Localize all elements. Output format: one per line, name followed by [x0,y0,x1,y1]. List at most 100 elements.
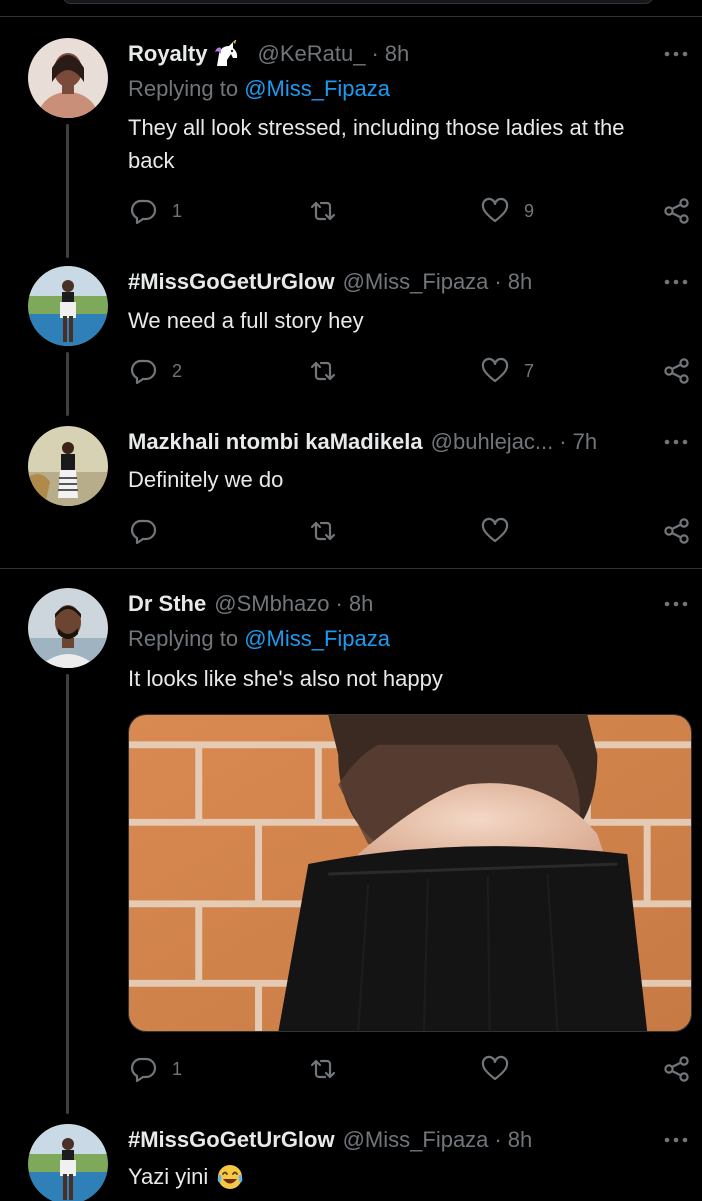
display-name[interactable]: #MissGoGetUrGlow [128,1127,335,1153]
separator: · [559,429,567,454]
share-icon [664,1056,689,1082]
more-dots-icon[interactable] [662,272,690,292]
display-name[interactable]: #MissGoGetUrGlow [128,269,335,295]
avatar[interactable] [28,1124,108,1201]
like-button[interactable]: 9 [480,196,534,226]
thread-divider [0,568,702,569]
separator: · [494,269,502,294]
replying-to-link[interactable]: @Miss_Fipaza [244,76,390,101]
more-dots-icon[interactable] [662,432,690,452]
display-name[interactable]: Dr Sthe [128,591,206,617]
tweet[interactable]: Mazkhali ntombi kaMadikela @buhlejac... … [0,426,702,562]
retweet-icon [310,521,336,541]
avatar[interactable] [28,38,108,118]
separator: · [371,41,379,66]
like-button[interactable] [480,516,524,546]
more-dots-icon[interactable] [662,1130,690,1150]
share-icon [664,358,689,384]
tweet[interactable]: #MissGoGetUrGlow @Miss_Fipaza · 8h Yazi … [0,1124,702,1201]
heart-icon [481,197,509,223]
retweet-button[interactable] [308,356,352,386]
timestamp[interactable]: 8h [385,41,409,67]
replying-prefix: Replying to [128,76,239,101]
reply-count: 2 [172,360,183,381]
tweet-text-line: back [128,148,175,173]
tweet[interactable]: Royalty @KeRatu_ · 8h Replying to @Miss_… [0,38,702,238]
retweet-icon [310,361,336,381]
retweet-button[interactable] [308,196,352,226]
replying-to-link[interactable]: @Miss_Fipaza [244,626,390,651]
heart-icon [481,1055,509,1081]
handle[interactable]: @KeRatu_ [257,41,365,67]
reply-icon [130,519,157,545]
handle[interactable]: @Miss_Fipaza [343,269,489,295]
replying-to: Replying to @Miss_Fipaza [128,76,390,102]
reply-icon [130,199,157,225]
avatar[interactable] [28,426,108,506]
tweet-actions: 1 9 [128,196,694,230]
like-count: 7 [524,360,535,381]
like-button[interactable] [480,1054,524,1084]
reply-icon [130,359,157,385]
share-icon [664,518,689,544]
timestamp[interactable]: 7h [573,429,597,455]
more-dots-icon[interactable] [662,44,690,64]
tweet-text: It looks like she's also not happy [128,666,443,691]
handle[interactable]: @buhlejac... [431,429,554,455]
reply-count: 1 [172,1058,183,1079]
timestamp[interactable]: 8h [508,1127,532,1153]
tweet-actions: 2 7 [128,356,694,390]
heart-icon [481,357,509,383]
tweet-text: They all look stressed, including those … [128,111,688,177]
tweet-text: Yazi yini [128,1160,688,1193]
share-button[interactable] [662,516,692,546]
reply-button[interactable]: 1 [128,196,182,226]
tweet-actions: 1 [128,1054,694,1088]
tweet[interactable]: #MissGoGetUrGlow @Miss_Fipaza · 8h We ne… [0,266,702,402]
tweet-text-line: They all look stressed, including those … [128,115,625,140]
unicorn-emoji [211,38,241,68]
handle[interactable]: @Miss_Fipaza [343,1127,489,1153]
separator: · [335,591,343,616]
reply-button[interactable]: 1 [128,1054,182,1084]
tweet-header: Royalty @KeRatu_ · 8h [128,38,409,70]
avatar[interactable] [28,266,108,346]
retweet-icon [310,1059,336,1079]
share-icon [664,198,689,224]
replying-prefix: Replying to [128,626,239,651]
tweet-header: Mazkhali ntombi kaMadikela @buhlejac... … [128,426,597,458]
more-dots-icon[interactable] [662,594,690,614]
timestamp[interactable]: 8h [508,269,532,295]
tweet-text: We need a full story hey [128,308,364,333]
tweet-header: #MissGoGetUrGlow @Miss_Fipaza · 8h [128,266,532,298]
reply-button[interactable]: 2 [128,356,182,386]
top-divider [0,16,702,17]
timestamp[interactable]: 8h [349,591,373,617]
face-with-tears-of-joy-emoji [216,1163,244,1191]
retweet-button[interactable] [308,1054,352,1084]
tweet-header: Dr Sthe @SMbhazo · 8h [128,588,373,620]
search-bar-edge[interactable] [62,0,654,4]
display-name[interactable]: Mazkhali ntombi kaMadikela [128,429,423,455]
handle[interactable]: @SMbhazo [214,591,329,617]
retweet-icon [310,201,336,221]
tweet-text: Definitely we do [128,467,284,492]
share-button[interactable] [662,196,692,226]
retweet-button[interactable] [308,516,352,546]
display-name[interactable]: Royalty [128,41,207,67]
like-button[interactable]: 7 [480,356,534,386]
top-bar-remnant [0,0,702,18]
avatar[interactable] [28,588,108,668]
tweet-actions [128,516,694,550]
reply-button[interactable] [128,516,172,546]
share-button[interactable] [662,1054,692,1084]
reply-icon [130,1057,157,1083]
like-count: 9 [524,200,535,221]
tweet-header: #MissGoGetUrGlow @Miss_Fipaza · 8h [128,1124,532,1156]
reply-count: 1 [172,200,183,221]
share-button[interactable] [662,356,692,386]
tweet-text-body: Yazi yini [128,1164,209,1189]
separator: · [494,1127,502,1152]
heart-icon [481,517,509,543]
tweet-photo[interactable] [128,714,692,1032]
